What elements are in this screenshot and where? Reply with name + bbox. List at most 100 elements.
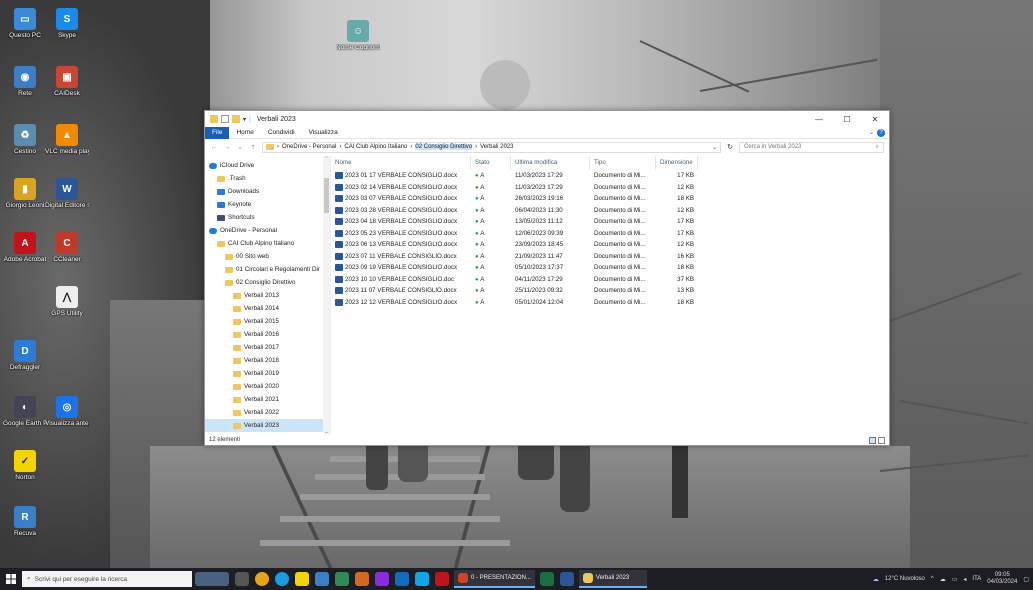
desktop-icon[interactable]: ♻ Cestino xyxy=(4,124,46,155)
file-row[interactable]: 2023 01 17 VERBALE CONSIGLIO.docx ● A 11/0… xyxy=(331,170,889,182)
breadcrumb-cai[interactable]: CAI Club Alpino Italiano xyxy=(344,144,407,150)
paint-icon[interactable] xyxy=(355,572,369,586)
desktop-icon[interactable]: ▭ Questo PC xyxy=(4,8,46,39)
nav-item[interactable]: 01 Circolari e Regolamenti Dir xyxy=(205,263,330,276)
network-icon[interactable]: ▭ xyxy=(952,576,958,583)
task-view-icon[interactable] xyxy=(235,572,249,586)
show-hidden-icons-icon[interactable]: ^ xyxy=(931,576,934,582)
help-icon[interactable]: ? xyxy=(877,129,885,137)
acrobat-icon[interactable] xyxy=(435,572,449,586)
breadcrumb-onedrive[interactable]: OneDrive - Personal xyxy=(282,144,336,150)
breadcrumb-consiglio[interactable]: 02 Consiglio Direttivo xyxy=(415,144,473,150)
file-row[interactable]: 2023 07 11 VERBALE CONSIGLIO.docx ● A 21/0… xyxy=(331,251,889,263)
taskbar-search-input[interactable]: ⌕ Scrivi qui per eseguire la ricerca xyxy=(22,571,192,587)
nav-item[interactable]: Verbali 2019 xyxy=(205,367,330,380)
desktop-icon[interactable]: ◎ Visualizza anteprima xyxy=(45,396,89,427)
chrome-icon[interactable] xyxy=(255,572,269,586)
new-folder-icon[interactable] xyxy=(232,115,240,123)
nav-item[interactable]: iCloud Drive xyxy=(205,159,330,172)
tab-share[interactable]: Condividi xyxy=(261,127,302,139)
nav-item[interactable]: Shortcuts xyxy=(205,211,330,224)
refresh-icon[interactable]: ↻ xyxy=(726,143,734,151)
desktop-icon[interactable]: ▮ Giorgio Leoni xyxy=(4,178,46,209)
file-row[interactable]: 2023 02 14 VERBALE CONSIGLIO.docx ● A 11/0… xyxy=(331,182,889,194)
taskbar-app-explorer[interactable]: Verbali 2023 xyxy=(578,570,647,588)
forward-arrow-icon[interactable]: → xyxy=(223,144,231,151)
file-row[interactable]: 2023 03 07 VERBALE CONSIGLIO.docx ● A 26/0… xyxy=(331,193,889,205)
file-row[interactable]: 2023 06 13 VERBALE CONSIGLIO.docx ● A 23/0… xyxy=(331,239,889,251)
onedrive-icon[interactable]: ☁ xyxy=(940,576,946,583)
nav-item[interactable]: Verbali 2017 xyxy=(205,341,330,354)
file-row[interactable]: 2023 04 18 VERBALE CONSIGLIO.docx ● A 13/0… xyxy=(331,216,889,228)
column-modified[interactable]: Ultima modifica xyxy=(511,156,590,170)
file-row[interactable]: 2023 05 23 VERBALE CONSIGLIO.docx ● A 12/0… xyxy=(331,228,889,240)
up-arrow-icon[interactable]: ↑ xyxy=(249,144,257,151)
column-status[interactable]: Stato xyxy=(471,156,511,170)
edge-icon[interactable] xyxy=(275,572,289,586)
file-row[interactable]: 2023 11 07 VERBALE CONSIGLIO.docx ● A 25/1… xyxy=(331,285,889,297)
nav-item[interactable]: 00 Sito web xyxy=(205,250,330,263)
tab-home[interactable]: Home xyxy=(229,127,260,139)
nav-scrollbar[interactable]: ⌃ ⌄ xyxy=(323,156,330,435)
column-size[interactable]: Dimensione xyxy=(656,156,698,170)
app-icon[interactable] xyxy=(335,572,349,586)
recent-dropdown-icon[interactable]: ⌄ xyxy=(236,143,244,151)
nav-item[interactable]: Keynote xyxy=(205,198,330,211)
desktop-icon[interactable]: ✓ Norton xyxy=(4,450,46,481)
desktop-icon[interactable]: A Adobe Acrobat xyxy=(4,232,46,263)
photos-icon[interactable] xyxy=(415,572,429,586)
volume-icon[interactable]: ◂ xyxy=(963,576,966,583)
desktop-icon[interactable]: S Skype xyxy=(46,8,88,39)
nav-item[interactable]: Downloads xyxy=(205,185,330,198)
maximize-button[interactable]: ☐ xyxy=(833,111,861,127)
title-bar[interactable]: ▾ | Verbali 2023 — ☐ ✕ xyxy=(205,111,889,127)
nav-item[interactable]: Verbali 2014 xyxy=(205,302,330,315)
file-row[interactable]: 2023 09 19 VERBALE CONSIGLIO.docx ● A 05/1… xyxy=(331,262,889,274)
desktop-icon[interactable]: ◉ Rete xyxy=(4,66,46,97)
breadcrumb-verbali[interactable]: Verbali 2023 xyxy=(480,144,513,150)
tab-view[interactable]: Visualizza xyxy=(302,127,345,139)
column-type[interactable]: Tipo xyxy=(590,156,656,170)
firefox-icon[interactable] xyxy=(375,572,389,586)
weather-text[interactable]: 12°C Nuvoloso xyxy=(885,576,925,582)
clock[interactable]: 09:05 04/03/2024 xyxy=(987,572,1017,586)
file-row[interactable]: 2023 12 12 VERBALE CONSIGLIO.docx ● A 05/0… xyxy=(331,297,889,309)
nav-item[interactable]: .Trash xyxy=(205,172,330,185)
column-name[interactable]: Nome xyxy=(331,156,471,170)
nav-item[interactable]: Verbali 2023 xyxy=(205,419,330,432)
word-icon[interactable] xyxy=(559,572,574,586)
desktop-icon[interactable]: ▣ CAIDesk xyxy=(46,66,88,97)
tab-file[interactable]: File xyxy=(205,126,230,139)
file-row[interactable]: 2023 03 28 VERBALE CONSIGLIO.docx ● A 06/0… xyxy=(331,205,889,217)
desktop-icon[interactable]: ☺ Nome Cognome xyxy=(336,20,380,51)
norton-taskbar-icon[interactable] xyxy=(295,572,309,586)
nav-item[interactable]: Verbali 2016 xyxy=(205,328,330,341)
expand-ribbon-icon[interactable]: ⌄ xyxy=(869,129,874,136)
nav-item[interactable]: OneDrive - Personal xyxy=(205,224,330,237)
nav-item[interactable]: Verbali 2021 xyxy=(205,393,330,406)
nav-item[interactable]: Verbali 2013 xyxy=(205,289,330,302)
search-input[interactable]: Cerca in Verbali 2023 ⌕ xyxy=(739,141,884,153)
train-icon[interactable] xyxy=(195,572,229,586)
properties-icon[interactable] xyxy=(221,115,229,123)
nav-item[interactable]: 02 Consiglio Direttivo xyxy=(205,276,330,289)
weather-icon[interactable]: ☁ xyxy=(873,576,879,583)
excel-icon[interactable] xyxy=(539,572,554,586)
taskbar-app-powerpoint[interactable]: 0 - PRESENTAZION... xyxy=(454,570,535,588)
nav-item[interactable]: Verbali 2018 xyxy=(205,354,330,367)
minimize-button[interactable]: — xyxy=(805,111,833,127)
file-row[interactable]: 2023 10 10 VERBALE CONSIGLIO.doc ● A 04/11… xyxy=(331,274,889,286)
close-button[interactable]: ✕ xyxy=(861,111,889,127)
language-indicator[interactable]: ITA xyxy=(972,576,981,582)
desktop-icon[interactable]: D Defraggler xyxy=(4,340,46,371)
quick-access-dropdown-icon[interactable]: ▾ xyxy=(243,116,246,123)
nav-item[interactable]: Verbali 2015 xyxy=(205,315,330,328)
network-app-icon[interactable] xyxy=(315,572,329,586)
nav-item[interactable]: Verbali 2022 xyxy=(205,406,330,419)
details-view-button[interactable] xyxy=(869,437,876,444)
outlook-icon[interactable] xyxy=(395,572,409,586)
back-arrow-icon[interactable]: ← xyxy=(210,144,218,151)
nav-item[interactable]: Verbali 2020 xyxy=(205,380,330,393)
start-button[interactable] xyxy=(0,568,22,590)
desktop-icon[interactable]: W Digital Editore spese postali xyxy=(45,178,89,209)
